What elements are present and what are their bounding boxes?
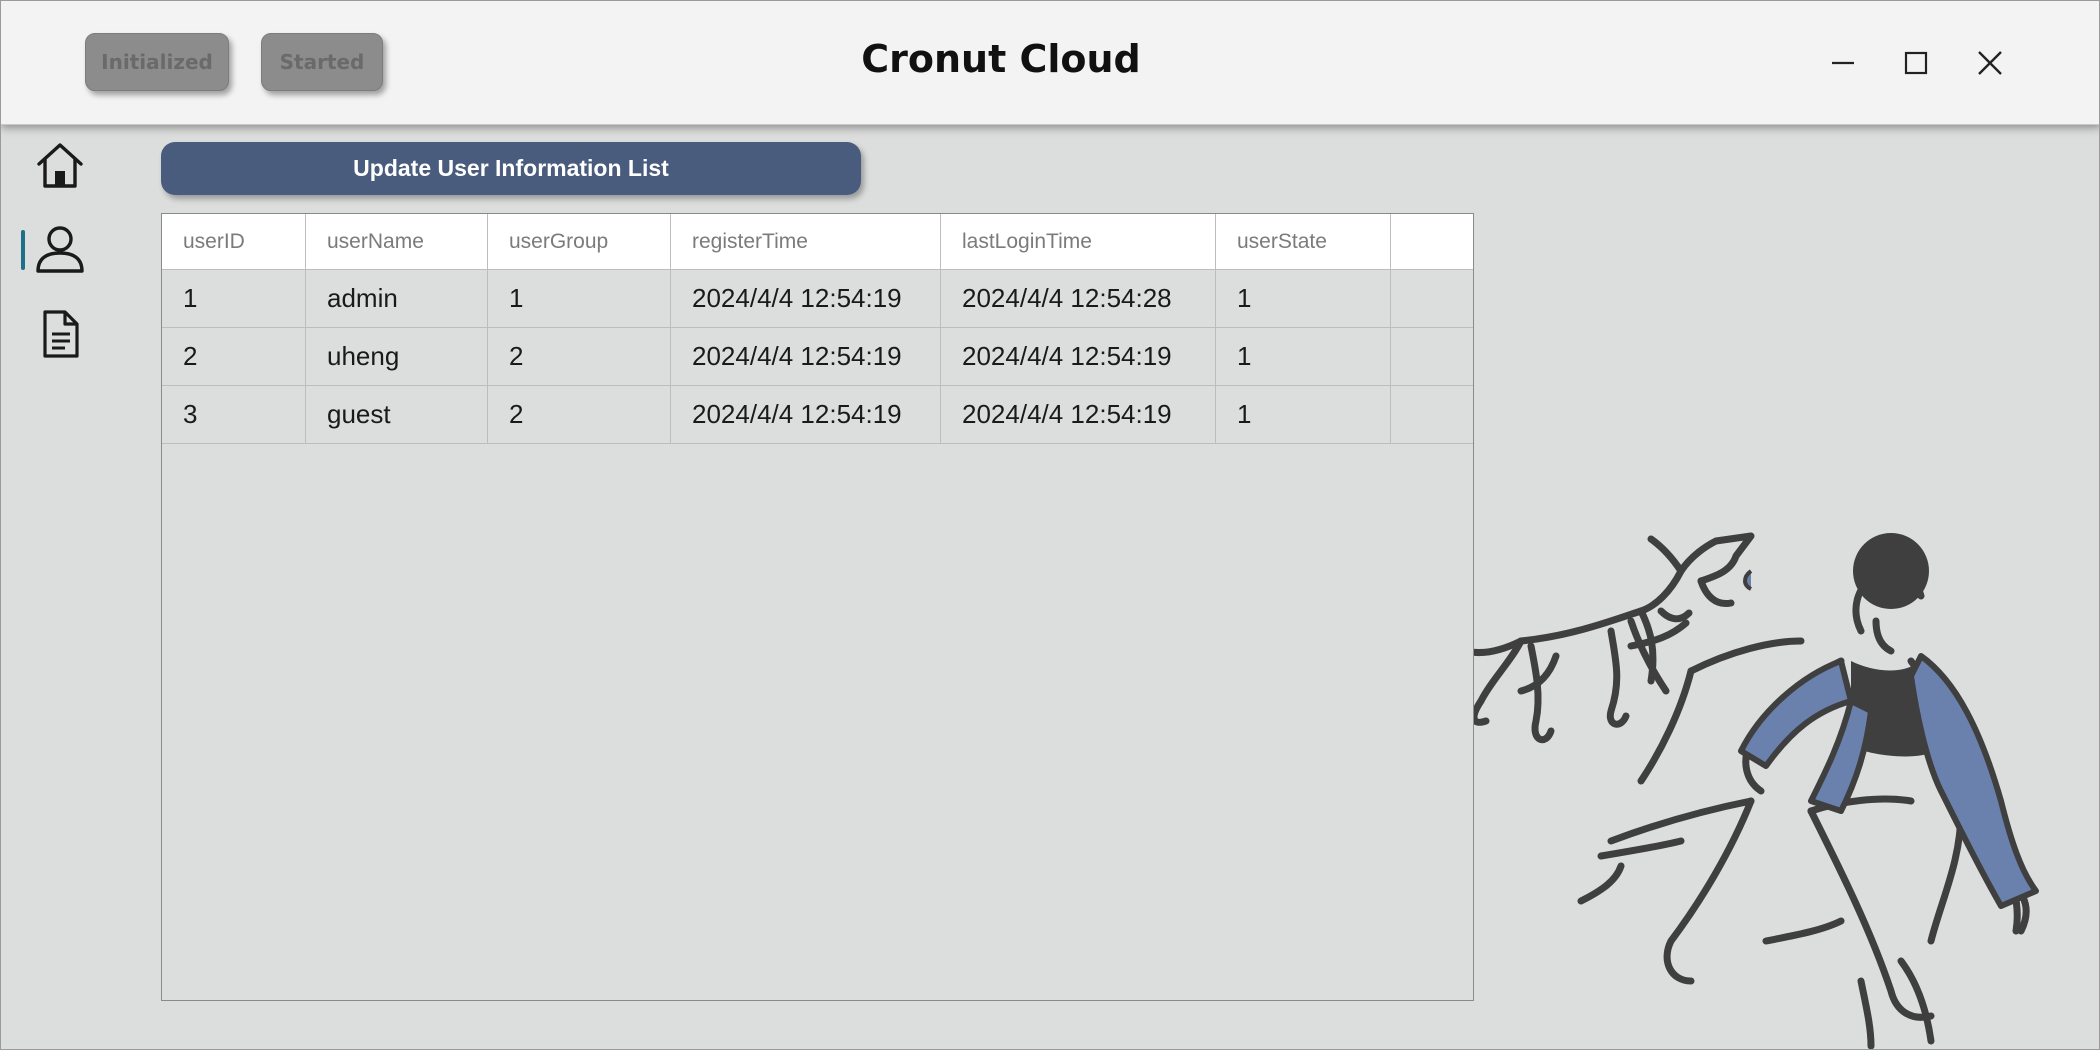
table-cell: guest xyxy=(306,386,488,443)
table-cell: 2024/4/4 12:54:19 xyxy=(671,270,941,327)
table-cell: 2024/4/4 12:54:28 xyxy=(941,270,1216,327)
column-header[interactable]: userName xyxy=(306,214,488,269)
started-status-button: Started xyxy=(261,33,383,91)
table-cell: 2024/4/4 12:54:19 xyxy=(671,386,941,443)
sidebar-item-home[interactable] xyxy=(35,140,85,190)
maximize-button[interactable] xyxy=(1894,41,1938,85)
column-header[interactable] xyxy=(1391,214,1473,269)
table-row[interactable]: 3 guest 2 2024/4/4 12:54:19 2024/4/4 12:… xyxy=(162,386,1473,444)
table-cell: 1 xyxy=(488,270,671,327)
minimize-button[interactable] xyxy=(1821,41,1865,85)
column-header[interactable]: userGroup xyxy=(488,214,671,269)
table-cell xyxy=(1391,386,1473,443)
table-cell: admin xyxy=(306,270,488,327)
table-row[interactable]: 1 admin 1 2024/4/4 12:54:19 2024/4/4 12:… xyxy=(162,270,1473,328)
table-cell: 1 xyxy=(1216,270,1391,327)
column-header[interactable]: userState xyxy=(1216,214,1391,269)
table-cell: 1 xyxy=(1216,386,1391,443)
table-header-row: userID userName userGroup registerTime l… xyxy=(162,214,1473,270)
table-row[interactable]: 2 uheng 2 2024/4/4 12:54:19 2024/4/4 12:… xyxy=(162,328,1473,386)
table-cell: 2024/4/4 12:54:19 xyxy=(671,328,941,385)
table-cell xyxy=(1391,270,1473,327)
table-cell: uheng xyxy=(306,328,488,385)
table-cell: 2 xyxy=(162,328,306,385)
maximize-icon xyxy=(1904,51,1928,75)
sidebar-item-document[interactable] xyxy=(35,309,85,359)
person-running-with-dog-illustration xyxy=(1425,532,2039,1049)
close-button[interactable] xyxy=(1968,41,2012,85)
sidebar-item-user[interactable] xyxy=(35,224,85,274)
minimize-icon xyxy=(1832,61,1854,65)
table-cell: 2 xyxy=(488,328,671,385)
table-cell: 1 xyxy=(1216,328,1391,385)
update-user-list-button[interactable]: Update User Information List xyxy=(161,142,861,195)
table-cell: 2024/4/4 12:54:19 xyxy=(941,386,1216,443)
document-icon xyxy=(43,310,79,358)
table-cell: 2024/4/4 12:54:19 xyxy=(941,328,1216,385)
initialized-status-button: Initialized xyxy=(85,33,229,91)
column-header[interactable]: lastLoginTime xyxy=(941,214,1216,269)
table-cell: 2 xyxy=(488,386,671,443)
table-cell: 1 xyxy=(162,270,306,327)
sidebar-active-indicator xyxy=(21,230,25,270)
column-header[interactable]: registerTime xyxy=(671,214,941,269)
user-icon xyxy=(36,226,84,273)
title-bar[interactable]: Initialized Started Cronut Cloud xyxy=(1,1,2099,125)
app-window: Initialized Started Cronut Cloud Update … xyxy=(0,0,2100,1050)
column-header[interactable]: userID xyxy=(162,214,306,269)
app-title: Cronut Cloud xyxy=(861,37,1141,81)
table-cell xyxy=(1391,328,1473,385)
user-table[interactable]: userID userName userGroup registerTime l… xyxy=(161,213,1474,1001)
table-cell: 3 xyxy=(162,386,306,443)
home-icon xyxy=(37,143,83,188)
close-icon xyxy=(1978,51,2002,75)
